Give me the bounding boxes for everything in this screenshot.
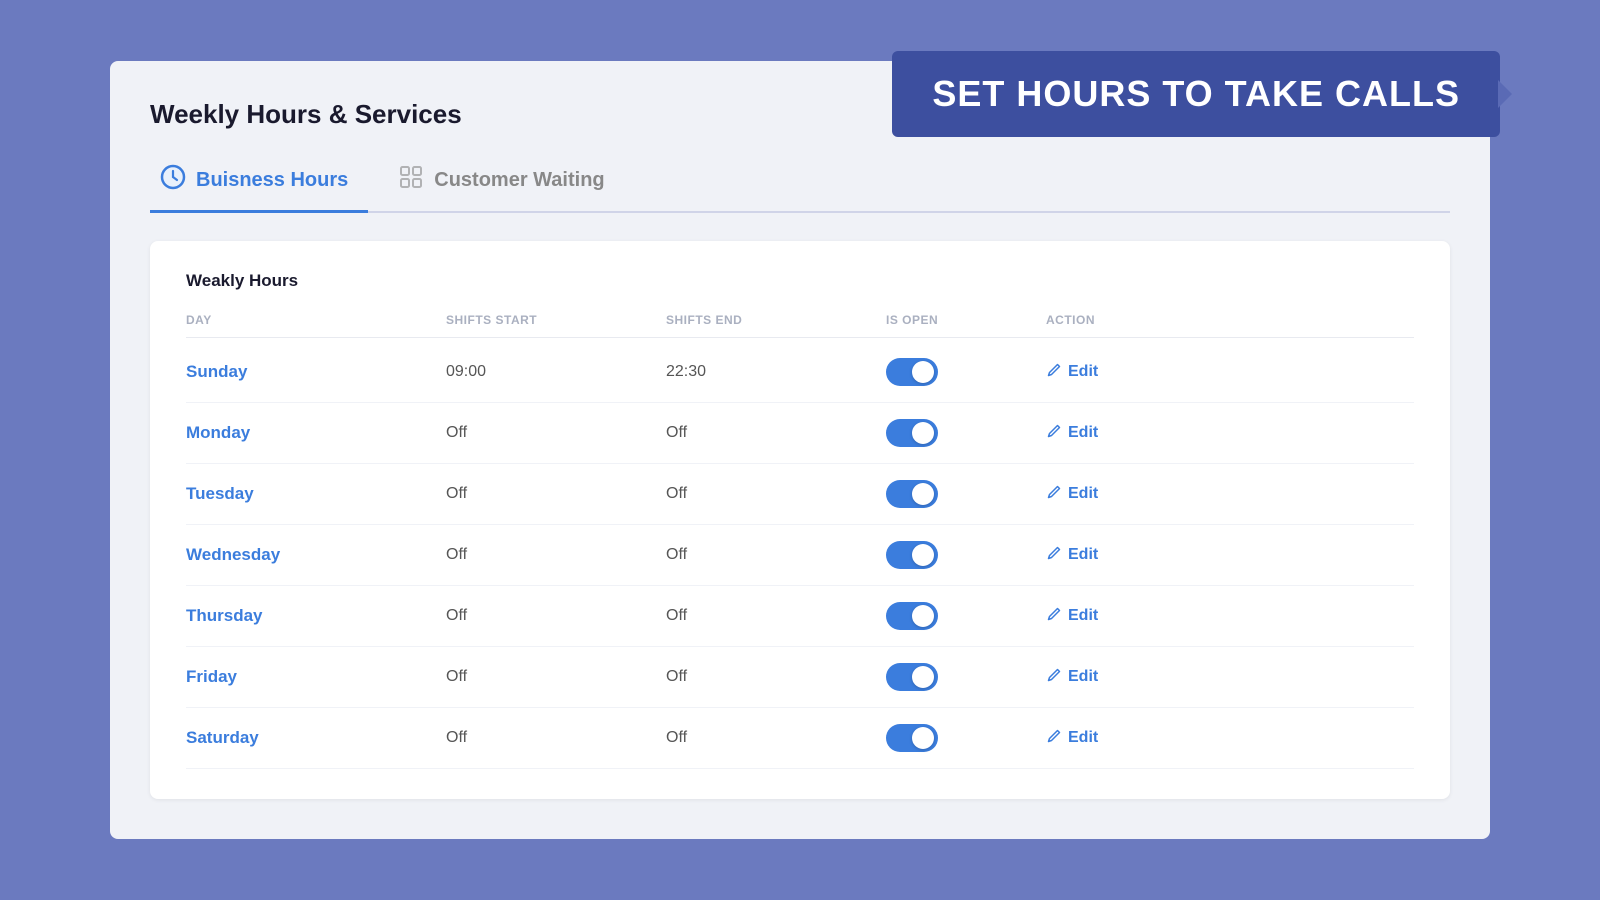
table-row: Tuesday Off Off Edit xyxy=(186,464,1414,525)
is-open-toggle[interactable] xyxy=(886,541,938,569)
day-name: Tuesday xyxy=(186,484,446,504)
col-day: DAY xyxy=(186,313,446,327)
day-name: Friday xyxy=(186,667,446,687)
table-row: Sunday 09:00 22:30 Edit xyxy=(186,342,1414,403)
edit-button[interactable]: Edit xyxy=(1046,545,1098,565)
pencil-icon xyxy=(1046,667,1062,687)
toggle-knob xyxy=(912,605,934,627)
pencil-icon xyxy=(1046,423,1062,443)
shift-start: Off xyxy=(446,424,666,442)
table-row: Wednesday Off Off Edit xyxy=(186,525,1414,586)
edit-label: Edit xyxy=(1068,668,1098,686)
day-name: Monday xyxy=(186,423,446,443)
table-row: Saturday Off Off Edit xyxy=(186,708,1414,769)
pencil-icon xyxy=(1046,362,1062,382)
col-shifts-start: SHIFTS START xyxy=(446,313,666,327)
edit-label: Edit xyxy=(1068,424,1098,442)
edit-button[interactable]: Edit xyxy=(1046,362,1098,382)
section-title: Weakly Hours xyxy=(186,271,1414,291)
toggle-wrapper xyxy=(886,541,1046,569)
shift-end: Off xyxy=(666,424,886,442)
table-row: Friday Off Off Edit xyxy=(186,647,1414,708)
edit-label: Edit xyxy=(1068,729,1098,747)
table-body: Sunday 09:00 22:30 Edit Monday Off Off xyxy=(186,342,1414,769)
shift-end: Off xyxy=(666,607,886,625)
tab-business-hours-label: Buisness Hours xyxy=(196,169,348,192)
action-cell: Edit xyxy=(1046,423,1226,443)
is-open-toggle[interactable] xyxy=(886,663,938,691)
day-name: Wednesday xyxy=(186,545,446,565)
tab-customer-waiting[interactable]: Customer Waiting xyxy=(388,154,624,213)
shift-start: Off xyxy=(446,729,666,747)
toggle-wrapper xyxy=(886,358,1046,386)
edit-button[interactable]: Edit xyxy=(1046,423,1098,443)
edit-label: Edit xyxy=(1068,363,1098,381)
action-cell: Edit xyxy=(1046,728,1226,748)
toggle-knob xyxy=(912,544,934,566)
table-row: Monday Off Off Edit xyxy=(186,403,1414,464)
action-cell: Edit xyxy=(1046,545,1226,565)
toggle-wrapper xyxy=(886,480,1046,508)
col-action: ACTION xyxy=(1046,313,1226,327)
is-open-toggle[interactable] xyxy=(886,480,938,508)
main-card: SET HOURS TO TAKE CALLS Weekly Hours & S… xyxy=(110,61,1490,839)
toggle-knob xyxy=(912,483,934,505)
toggle-wrapper xyxy=(886,663,1046,691)
action-cell: Edit xyxy=(1046,606,1226,626)
pencil-icon xyxy=(1046,606,1062,626)
toggle-knob xyxy=(912,422,934,444)
table-row: Thursday Off Off Edit xyxy=(186,586,1414,647)
header-banner: SET HOURS TO TAKE CALLS xyxy=(892,51,1500,137)
edit-label: Edit xyxy=(1068,485,1098,503)
shift-start: Off xyxy=(446,546,666,564)
is-open-toggle[interactable] xyxy=(886,419,938,447)
action-cell: Edit xyxy=(1046,667,1226,687)
banner-title: SET HOURS TO TAKE CALLS xyxy=(932,73,1460,114)
shift-start: 09:00 xyxy=(446,363,666,381)
is-open-toggle[interactable] xyxy=(886,358,938,386)
tab-customer-waiting-label: Customer Waiting xyxy=(434,169,604,192)
clock-icon xyxy=(160,164,186,196)
edit-button[interactable]: Edit xyxy=(1046,667,1098,687)
day-name: Sunday xyxy=(186,362,446,382)
shift-end: Off xyxy=(666,668,886,686)
grid-icon xyxy=(398,164,424,196)
edit-button[interactable]: Edit xyxy=(1046,606,1098,626)
outer-wrapper: SET HOURS TO TAKE CALLS Weekly Hours & S… xyxy=(40,40,1560,860)
col-shifts-end: SHIFTS END xyxy=(666,313,886,327)
col-is-open: IS OPEN xyxy=(886,313,1046,327)
table-header: DAY SHIFTS START SHIFTS END IS OPEN ACTI… xyxy=(186,313,1414,338)
shift-start: Off xyxy=(446,485,666,503)
edit-button[interactable]: Edit xyxy=(1046,484,1098,504)
is-open-toggle[interactable] xyxy=(886,724,938,752)
shift-end: Off xyxy=(666,729,886,747)
pencil-icon xyxy=(1046,728,1062,748)
toggle-wrapper xyxy=(886,602,1046,630)
day-name: Saturday xyxy=(186,728,446,748)
toggle-wrapper xyxy=(886,724,1046,752)
toggle-knob xyxy=(912,727,934,749)
action-cell: Edit xyxy=(1046,362,1226,382)
toggle-knob xyxy=(912,361,934,383)
toggle-knob xyxy=(912,666,934,688)
shift-start: Off xyxy=(446,668,666,686)
tabs-container: Buisness Hours Customer Waiting xyxy=(150,154,1450,213)
banner-arrow xyxy=(1498,80,1512,108)
tab-business-hours[interactable]: Buisness Hours xyxy=(150,154,368,213)
pencil-icon xyxy=(1046,545,1062,565)
edit-label: Edit xyxy=(1068,546,1098,564)
edit-button[interactable]: Edit xyxy=(1046,728,1098,748)
content-card: Weakly Hours DAY SHIFTS START SHIFTS END… xyxy=(150,241,1450,799)
shift-end: Off xyxy=(666,546,886,564)
pencil-icon xyxy=(1046,484,1062,504)
day-name: Thursday xyxy=(186,606,446,626)
shift-end: Off xyxy=(666,485,886,503)
action-cell: Edit xyxy=(1046,484,1226,504)
edit-label: Edit xyxy=(1068,607,1098,625)
toggle-wrapper xyxy=(886,419,1046,447)
shift-start: Off xyxy=(446,607,666,625)
shift-end: 22:30 xyxy=(666,363,886,381)
is-open-toggle[interactable] xyxy=(886,602,938,630)
